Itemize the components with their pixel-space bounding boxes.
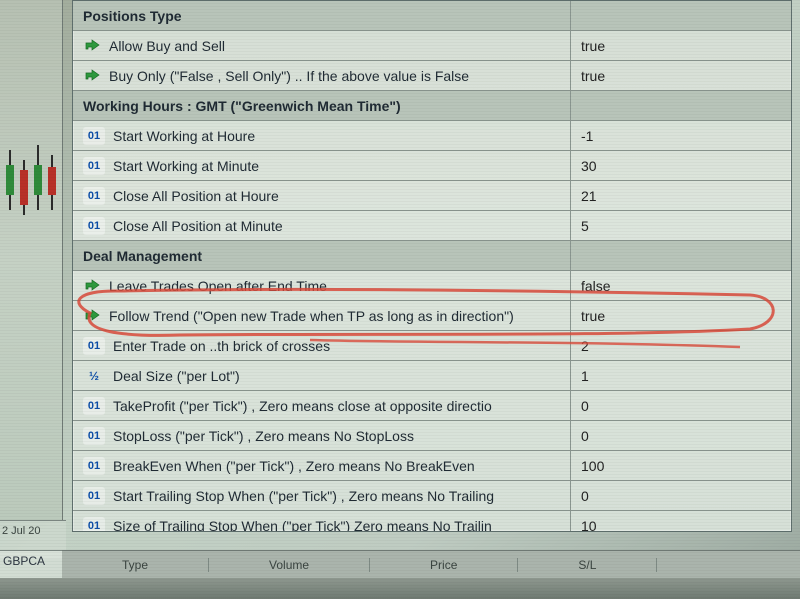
param-value-cell[interactable]: 5 [571,218,791,234]
integer-icon: 01 [83,517,105,533]
settings-row[interactable]: Allow Buy and Sell true [73,31,791,61]
group-label: Deal Management [73,241,571,270]
settings-group-header: Deal Management [73,241,791,271]
settings-row[interactable]: 01 BreakEven When ("per Tick") , Zero mea… [73,451,791,481]
param-label: Leave Trades Open after End Time [109,278,327,294]
param-name-cell: 01 Start Working at Minute [73,151,571,180]
param-label: TakeProfit ("per Tick") , Zero means clo… [113,398,492,414]
param-value-cell[interactable]: 1 [571,368,791,384]
integer-icon: 01 [83,157,105,175]
settings-row[interactable]: 01 Close All Position at Houre 21 [73,181,791,211]
param-value-cell[interactable]: 30 [571,158,791,174]
col-sl: S/L [518,558,657,572]
bool-arrow-icon [83,37,101,55]
settings-row[interactable]: 01 Start Working at Houre -1 [73,121,791,151]
settings-panel: Positions Type Allow Buy and Sell true Buy … [72,0,792,532]
param-label: Buy Only ("False , Sell Only") .. If the… [109,68,469,84]
param-label: Start Working at Houre [113,128,255,144]
param-label: Start Trailing Stop When ("per Tick") , … [113,488,494,504]
param-name-cell: 01 Enter Trade on ..th brick of crosses [73,331,571,360]
integer-icon: 01 [83,337,105,355]
settings-group-header: Positions Type [73,1,791,31]
settings-row[interactable]: 01 StopLoss ("per Tick") , Zero means No … [73,421,791,451]
param-value-cell[interactable]: 0 [571,398,791,414]
col-type: Type [62,558,209,572]
bool-arrow-icon [83,307,101,325]
param-name-cell: 01 StopLoss ("per Tick") , Zero means No … [73,421,571,450]
integer-icon: 01 [83,457,105,475]
integer-icon: 01 [83,187,105,205]
param-label: Deal Size ("per Lot") [113,368,240,384]
param-name-cell: 01 TakeProfit ("per Tick") , Zero means c… [73,391,571,420]
bool-arrow-icon [83,277,101,295]
group-label: Positions Type [73,1,571,30]
param-value-cell[interactable]: 21 [571,188,791,204]
param-label: Start Working at Minute [113,158,259,174]
param-name-cell: 01 BreakEven When ("per Tick") , Zero mea… [73,451,571,480]
settings-row[interactable]: 01 TakeProfit ("per Tick") , Zero means c… [73,391,791,421]
param-value-cell[interactable]: 100 [571,458,791,474]
param-name-cell: 01 Start Trailing Stop When ("per Tick") … [73,481,571,510]
settings-row[interactable]: ½ Deal Size ("per Lot") 1 [73,361,791,391]
param-value-cell[interactable]: 10 [571,518,791,533]
chart-symbol-tab[interactable]: GBPCA [0,550,68,579]
param-label: Enter Trade on ..th brick of crosses [113,338,330,354]
param-label: Close All Position at Houre [113,188,279,204]
window-border [0,578,800,599]
param-label: Size of Trailing Stop When ("per Tick") … [113,518,492,533]
param-value-cell[interactable]: 0 [571,428,791,444]
col-price: Price [370,558,518,572]
param-value-cell[interactable]: 2 [571,338,791,354]
param-name-cell: ½ Deal Size ("per Lot") [73,361,571,390]
param-value-cell[interactable]: 0 [571,488,791,504]
param-name-cell: Follow Trend ("Open new Trade when TP as… [73,301,571,330]
chart-strip [0,0,63,520]
param-label: Follow Trend ("Open new Trade when TP as… [109,308,514,324]
settings-row[interactable]: Leave Trades Open after End Time false [73,271,791,301]
settings-row[interactable]: 01 Enter Trade on ..th brick of crosses 2 [73,331,791,361]
param-label: StopLoss ("per Tick") , Zero means No St… [113,428,414,444]
param-name-cell: 01 Close All Position at Houre [73,181,571,210]
col-volume: Volume [209,558,370,572]
param-value-cell[interactable]: true [571,68,791,84]
terminal-header-row: Type Volume Price S/L [62,550,800,579]
settings-row[interactable]: 01 Size of Trailing Stop When ("per Tick"… [73,511,791,532]
bool-arrow-icon [83,67,101,85]
integer-icon: 01 [83,217,105,235]
settings-row[interactable]: Follow Trend ("Open new Trade when TP as… [73,301,791,331]
integer-icon: 01 [83,427,105,445]
param-name-cell: Leave Trades Open after End Time [73,271,571,300]
param-name-cell: 01 Size of Trailing Stop When ("per Tick"… [73,511,571,532]
group-label: Working Hours : GMT ("Greenwich Mean Tim… [73,91,571,120]
param-value-cell[interactable]: true [571,308,791,324]
param-name-cell: 01 Start Working at Houre [73,121,571,150]
settings-row[interactable]: 01 Start Trailing Stop When ("per Tick") … [73,481,791,511]
param-name-cell: 01 Close All Position at Minute [73,211,571,240]
param-name-cell: Allow Buy and Sell [73,31,571,60]
param-name-cell: Buy Only ("False , Sell Only") .. If the… [73,61,571,90]
param-label: Close All Position at Minute [113,218,283,234]
fraction-icon: ½ [83,367,105,385]
param-label: BreakEven When ("per Tick") , Zero means… [113,458,475,474]
settings-group-header: Working Hours : GMT ("Greenwich Mean Tim… [73,91,791,121]
param-label: Allow Buy and Sell [109,38,225,54]
integer-icon: 01 [83,397,105,415]
settings-row[interactable]: 01 Close All Position at Minute 5 [73,211,791,241]
param-value-cell[interactable]: false [571,278,791,294]
integer-icon: 01 [83,127,105,145]
integer-icon: 01 [83,487,105,505]
param-value-cell[interactable]: -1 [571,128,791,144]
settings-row[interactable]: 01 Start Working at Minute 30 [73,151,791,181]
param-value-cell[interactable]: true [571,38,791,54]
settings-row[interactable]: Buy Only ("False , Sell Only") .. If the… [73,61,791,91]
